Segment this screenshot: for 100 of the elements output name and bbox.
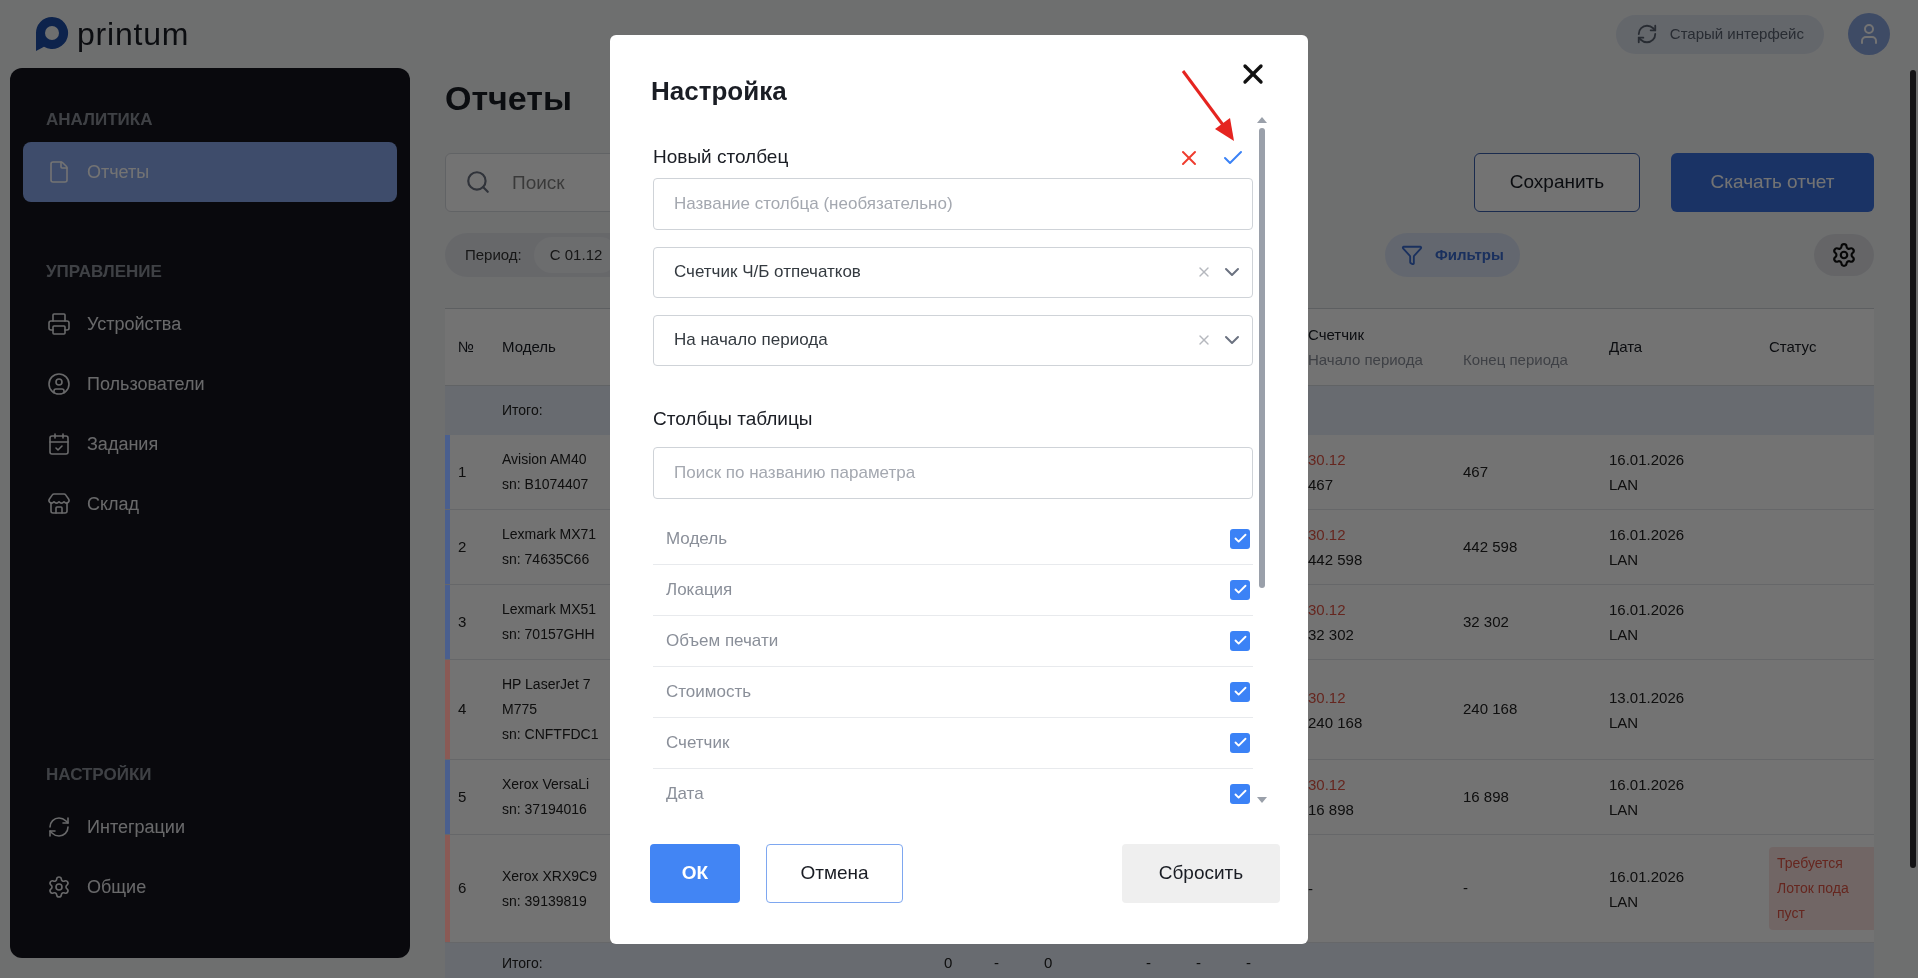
section-title: УПРАВЛЕНИЕ <box>45 262 163 282</box>
row-number: 4 <box>458 699 467 720</box>
logo-text: printum <box>77 15 190 54</box>
connection-text: LAN <box>1609 550 1640 570</box>
total-value: - <box>1246 952 1252 973</box>
checkbox[interactable] <box>1230 732 1250 753</box>
serial-number: sn: 37194016 <box>502 800 588 819</box>
sidebar-icon <box>47 875 71 899</box>
avatar-button[interactable] <box>1848 13 1890 55</box>
ok-button[interactable]: ОК <box>650 843 740 903</box>
checkbox[interactable] <box>1230 630 1250 651</box>
checkbox[interactable] <box>1230 579 1250 600</box>
counter-date: 30.12 <box>1308 687 1347 708</box>
search-icon <box>465 169 491 195</box>
download-report-button[interactable]: Скачать отчет <box>1671 153 1874 212</box>
row-number: 1 <box>458 461 467 482</box>
column-option[interactable]: Модель <box>653 513 1253 565</box>
date-text: 16.01.2026 <box>1609 450 1686 470</box>
total-value: 0 <box>944 952 954 973</box>
column-header: Дата <box>1609 336 1643 357</box>
row-number: 5 <box>458 786 467 807</box>
sidebar-icon <box>47 312 71 336</box>
column-search-input[interactable]: Поиск по названию параметра <box>653 446 1253 499</box>
settings-button[interactable] <box>1814 234 1874 276</box>
date-text: 13.01.2026 <box>1609 687 1686 708</box>
old-interface-button[interactable]: Старый интерфейс <box>1615 14 1824 54</box>
date-text: 16.01.2026 <box>1609 600 1686 620</box>
model-name: Xerox XRX9C9 <box>502 866 598 886</box>
column-header: Счетчик <box>1308 325 1365 345</box>
total-label: Итого: <box>502 401 543 420</box>
sidebar-icon <box>47 815 71 839</box>
checkbox[interactable] <box>1230 681 1250 702</box>
connection-text: LAN <box>1609 891 1640 912</box>
cancel-button[interactable]: Отмена <box>766 843 903 903</box>
sidebar-icon <box>47 160 71 184</box>
connection-text: LAN <box>1609 475 1640 495</box>
counter-start: 240 168 <box>1308 712 1364 733</box>
column-option[interactable]: Локация <box>653 564 1253 616</box>
model-name: Lexmark MX51 <box>502 600 598 619</box>
check-icon <box>1232 531 1248 546</box>
column-name-input[interactable]: Название столбца (необязательно) <box>653 177 1253 230</box>
counter-end: - <box>1463 878 1468 899</box>
connection-text: LAN <box>1609 800 1640 820</box>
settings-icon <box>1831 242 1857 268</box>
refresh-icon <box>1635 23 1658 45</box>
counter-date: 30.12 <box>1308 600 1347 620</box>
row-number: 6 <box>458 878 467 899</box>
column-option[interactable]: Объем печати <box>653 615 1253 667</box>
total-value: - <box>994 952 1000 973</box>
counter-end: 467 <box>1463 461 1489 482</box>
sidebar-item[interactable]: Задания <box>23 414 397 474</box>
column-option[interactable]: Стоимость <box>653 666 1253 718</box>
column-option[interactable]: Дата <box>653 768 1253 820</box>
page-title: Отчеты <box>445 77 572 119</box>
checkbox[interactable] <box>1230 528 1250 549</box>
checkbox[interactable] <box>1230 784 1250 804</box>
column-header: Статус <box>1769 336 1817 357</box>
sidebar-item[interactable]: Склад <box>23 474 397 534</box>
counter-date: 30.12 <box>1308 450 1347 470</box>
dropdown-select[interactable]: На начало периода <box>653 314 1253 366</box>
section-label: Новый столбец <box>653 145 789 170</box>
connection-text: LAN <box>1609 712 1640 733</box>
row-number: 3 <box>458 611 467 632</box>
date-text: 16.01.2026 <box>1609 775 1686 795</box>
sidebar-item[interactable]: Интеграции <box>23 797 397 857</box>
total-value: 0 <box>1044 952 1054 973</box>
check-icon <box>1232 633 1248 648</box>
counter-start: 467 <box>1308 475 1335 495</box>
dialog-title: Настройка <box>651 74 788 107</box>
counter-start: - <box>1308 879 1314 899</box>
column-option[interactable]: Счетчик <box>653 717 1253 769</box>
logo-icon <box>35 16 69 52</box>
serial-number: sn: 70157GHH <box>502 625 596 644</box>
page-scrollbar[interactable] <box>1910 70 1916 868</box>
sidebar-item[interactable]: Общие <box>23 857 397 917</box>
serial-number: sn: 39139819 <box>502 891 588 911</box>
sidebar-item[interactable]: Устройства <box>23 294 397 354</box>
date-text: 16.01.2026 <box>1609 866 1686 887</box>
filter-icon <box>1401 244 1423 266</box>
serial-number: sn: CNFTFDC1 <box>502 725 600 744</box>
check-icon <box>1232 735 1248 750</box>
sidebar-icon <box>47 492 71 516</box>
filters-button[interactable]: Фильтры <box>1385 233 1520 277</box>
save-button[interactable]: Сохранить <box>1474 153 1640 212</box>
connection-text: LAN <box>1609 625 1640 645</box>
check-icon <box>1232 582 1248 597</box>
sidebar-icon <box>47 372 71 396</box>
section-title: АНАЛИТИКА <box>45 110 154 130</box>
status-badge: Требуется Лоток пода пуст <box>1769 847 1874 930</box>
counter-start: 442 598 <box>1308 550 1364 570</box>
reset-button[interactable]: Сбросить <box>1122 843 1280 903</box>
sidebar-icon <box>47 432 71 456</box>
check-icon <box>1232 684 1248 699</box>
counter-end: 240 168 <box>1463 699 1518 720</box>
total-label: Итого: <box>502 953 543 973</box>
serial-number: sn: B1074407 <box>502 475 590 494</box>
sidebar-item[interactable]: Пользователи <box>23 354 397 414</box>
column-header: № <box>458 336 475 357</box>
dropdown-select[interactable]: Счетчик Ч/Б отпечатков <box>653 246 1253 298</box>
counter-start: 16 898 <box>1308 800 1355 820</box>
